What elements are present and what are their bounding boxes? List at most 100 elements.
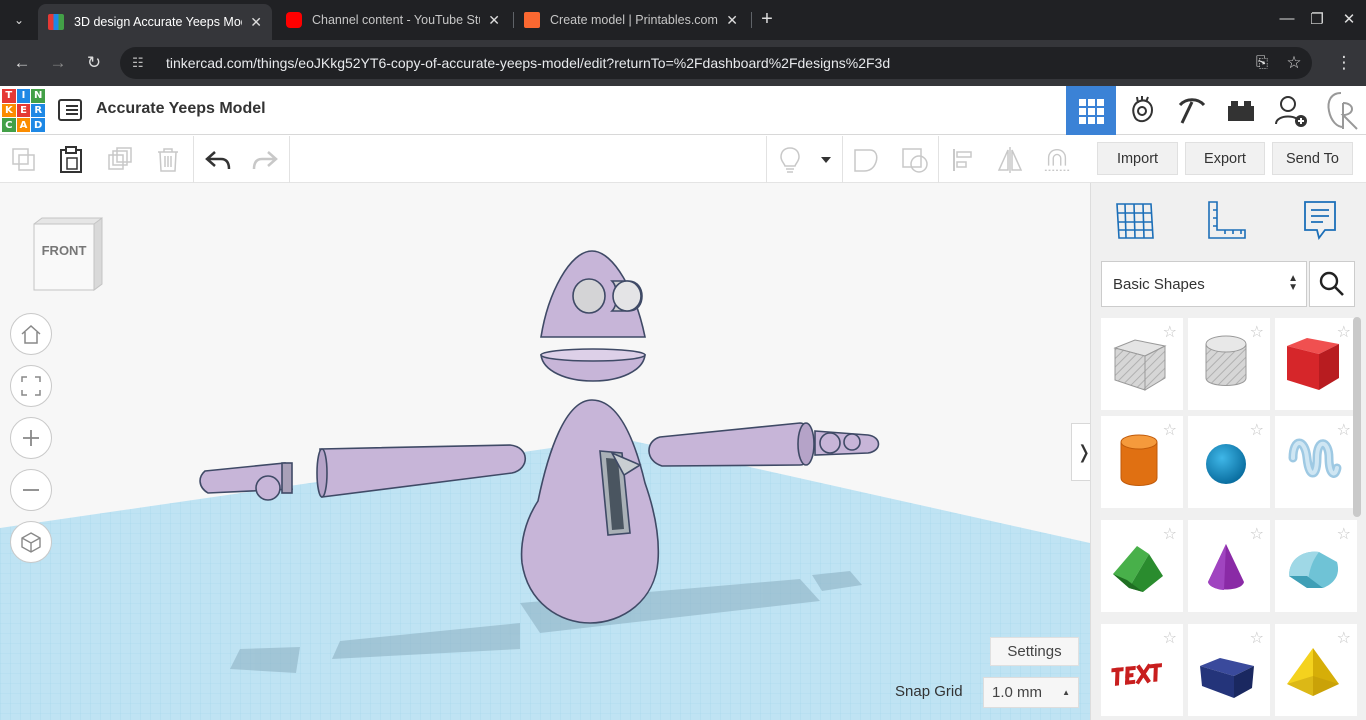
- logo-letter: D: [31, 118, 45, 132]
- tab-printables[interactable]: Create model | Printables.com ✕: [514, 4, 748, 36]
- cube-perspective-icon: [21, 532, 41, 553]
- close-tab-icon[interactable]: ✕: [726, 12, 738, 29]
- tab-youtube-studio[interactable]: Channel content - YouTube Stu ✕: [276, 4, 510, 36]
- shape-tile-scribble[interactable]: ☆: [1275, 416, 1357, 508]
- import-export-bar: Import Export Send To: [1090, 136, 1366, 183]
- shape-tile-cone[interactable]: ☆: [1188, 520, 1270, 612]
- toolbar-separator: [289, 136, 290, 183]
- url-omnibox[interactable]: ☷ tinkercad.com/things/eoJKkg52YT6-copy-…: [120, 47, 1312, 79]
- notes-button[interactable]: [1297, 198, 1341, 242]
- design-menu-icon[interactable]: [58, 99, 82, 121]
- shape-tile-pyramid[interactable]: ☆: [1275, 624, 1357, 716]
- tab-separator: [751, 12, 752, 28]
- delete-button[interactable]: [154, 146, 182, 174]
- lego-bricks-button[interactable]: [1216, 86, 1266, 135]
- shape-category-dropdown[interactable]: Basic Shapes ▲ ▼: [1101, 261, 1307, 307]
- codeblocks-button[interactable]: [1117, 86, 1167, 135]
- copy-button[interactable]: [10, 146, 38, 174]
- paste-button[interactable]: [57, 146, 85, 174]
- mirror-button[interactable]: [996, 146, 1024, 174]
- duplicate-button[interactable]: [106, 146, 134, 174]
- shape-tile-box[interactable]: ☆: [1275, 318, 1357, 410]
- bookmark-star-icon[interactable]: ☆: [1283, 52, 1305, 74]
- import-button[interactable]: Import: [1097, 142, 1178, 175]
- workplane-button[interactable]: [1113, 198, 1157, 242]
- shape-tile-text[interactable]: ☆: [1101, 624, 1183, 716]
- duplicate-icon: [108, 147, 132, 170]
- home-view-button[interactable]: [10, 313, 52, 355]
- grid-icon: [1079, 98, 1104, 124]
- close-tab-icon[interactable]: ✕: [250, 14, 262, 31]
- align-button[interactable]: [950, 146, 978, 174]
- snap-grid-select[interactable]: 1.0 mm ▲: [983, 677, 1079, 708]
- ungroup-button[interactable]: [901, 146, 929, 174]
- 3d-view-button[interactable]: [1066, 86, 1116, 135]
- new-tab-button[interactable]: +: [756, 8, 778, 30]
- install-app-icon[interactable]: ⎘: [1251, 52, 1273, 74]
- shape-tile-wedge[interactable]: ☆: [1188, 624, 1270, 716]
- minimize-window-icon[interactable]: —: [1275, 10, 1299, 27]
- select-arrows-icon: ▲ ▼: [1288, 273, 1298, 293]
- ungroup-shapes-icon: [902, 148, 928, 173]
- undo-button[interactable]: [204, 146, 232, 174]
- back-arrow-icon[interactable]: ←: [11, 52, 33, 74]
- plus-icon: [23, 430, 39, 446]
- site-info-icon[interactable]: ☷: [132, 55, 152, 71]
- reload-icon[interactable]: ↻: [83, 52, 105, 74]
- paste-icon: [60, 146, 82, 173]
- cruise-button[interactable]: [1043, 146, 1071, 174]
- minecraft-bricks-button[interactable]: [1167, 86, 1217, 135]
- browser-menu-icon[interactable]: ⋮: [1333, 52, 1355, 74]
- settings-button[interactable]: Settings: [990, 637, 1079, 666]
- avatar-icon: [1327, 91, 1358, 130]
- shape-tile-roof[interactable]: ☆: [1101, 520, 1183, 612]
- ruler-button[interactable]: [1205, 198, 1249, 242]
- workplane-viewport[interactable]: FRONT Settings Snap Grid 1.0 mm ▲: [0, 183, 1090, 720]
- restore-window-icon[interactable]: ❐: [1305, 10, 1329, 28]
- shape-tile-cylinder[interactable]: ☆: [1101, 416, 1183, 508]
- yeeps-model[interactable]: [0, 183, 1090, 720]
- shape-tile-cylinder-hole[interactable]: ☆: [1188, 318, 1270, 410]
- forward-arrow-icon[interactable]: →: [47, 52, 69, 74]
- tab-search-chevron-icon[interactable]: ⌄: [8, 9, 30, 31]
- export-button[interactable]: Export: [1185, 142, 1265, 175]
- shape-tile-sphere[interactable]: ☆: [1188, 416, 1270, 508]
- toolbar-separator: [842, 136, 843, 183]
- user-avatar[interactable]: [1316, 86, 1366, 135]
- tinkercad-header: T I N K E R C A D Accurate Yeeps Model: [0, 86, 1366, 135]
- group-button[interactable]: [852, 146, 880, 174]
- tab-tinkercad[interactable]: 3D design Accurate Yeeps Mod ✕: [38, 4, 272, 40]
- close-tab-icon[interactable]: ✕: [488, 12, 500, 29]
- zoom-out-button[interactable]: [10, 469, 52, 511]
- design-title[interactable]: Accurate Yeeps Model: [96, 100, 266, 118]
- shape-tile-box-hole[interactable]: ☆: [1101, 318, 1183, 410]
- box-hole-icon: [1113, 339, 1167, 391]
- panel-scrollbar[interactable]: [1353, 317, 1361, 517]
- close-window-icon[interactable]: ✕: [1337, 10, 1361, 28]
- text-shape-icon: [1111, 663, 1162, 686]
- sim-lab-hand-icon: [1132, 95, 1154, 122]
- tab-title: 3D design Accurate Yeeps Mod: [74, 15, 243, 29]
- minus-icon: [23, 489, 39, 491]
- notes-light-button[interactable]: [776, 146, 804, 174]
- invite-user-button[interactable]: [1266, 86, 1316, 135]
- speech-note-icon: [1304, 201, 1336, 241]
- undo-arrow-icon: [205, 151, 231, 170]
- pyramid-icon: [1287, 648, 1339, 696]
- zoom-in-button[interactable]: [10, 417, 52, 459]
- fit-view-button[interactable]: [10, 365, 52, 407]
- trash-icon: [158, 148, 178, 172]
- shape-category-value: Basic Shapes: [1113, 275, 1205, 293]
- logo-letter: I: [16, 89, 31, 103]
- tinkercad-logo[interactable]: T I N K E R C A D: [2, 89, 45, 132]
- browser-address-bar: ← → ↻ ☷ tinkercad.com/things/eoJKkg52YT6…: [0, 40, 1366, 86]
- perspective-toggle-button[interactable]: [10, 521, 52, 563]
- send-to-button[interactable]: Send To: [1272, 142, 1353, 175]
- redo-button[interactable]: [251, 146, 279, 174]
- light-dropdown[interactable]: [812, 146, 840, 174]
- shape-tile-round-roof[interactable]: ☆: [1275, 520, 1357, 612]
- logo-letter: R: [31, 103, 45, 118]
- tab-title: Channel content - YouTube Stu: [312, 13, 481, 27]
- fit-to-view-icon: [21, 376, 41, 396]
- shape-search-button[interactable]: [1309, 261, 1355, 307]
